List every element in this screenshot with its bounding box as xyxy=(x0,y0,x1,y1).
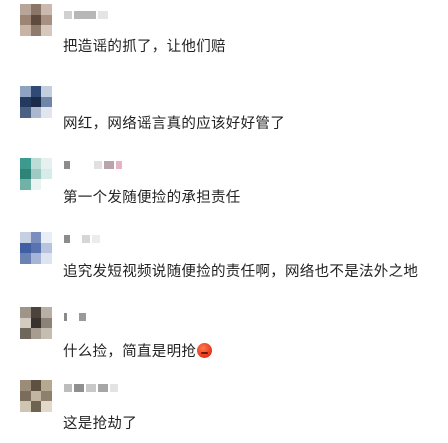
comment-text: 什么捡，简直是明抢 xyxy=(63,340,213,361)
comment-text: 追究发短视频说随便捡的责任啊，网络也不是法外之地 xyxy=(63,264,419,280)
comment-list: 把造谣的抓了，让他们赔 网红，网络谣言真的应该好好管了 第一个发随便捡的承担责任 xyxy=(0,0,448,443)
comment-item: 网红，网络谣言真的应该好好管了 xyxy=(0,82,448,148)
username-redacted[interactable] xyxy=(64,383,118,393)
avatar[interactable] xyxy=(20,307,52,339)
comment-text: 把造谣的抓了，让他们赔 xyxy=(63,39,226,55)
avatar[interactable] xyxy=(20,380,52,412)
comment-text: 这是抢劫了 xyxy=(63,416,137,432)
username-redacted[interactable] xyxy=(64,160,122,170)
avatar[interactable] xyxy=(20,232,52,264)
username-redacted[interactable] xyxy=(64,312,86,322)
avatar[interactable] xyxy=(20,4,52,36)
comment-item: 这是抢劫了 xyxy=(0,376,448,443)
comment-item: 追究发短视频说随便捡的责任啊，网络也不是法外之地 xyxy=(0,226,448,292)
comment-item: 什么捡，简直是明抢 xyxy=(0,304,448,370)
avatar[interactable] xyxy=(20,158,52,190)
comment-item: 把造谣的抓了，让他们赔 xyxy=(0,0,448,66)
comment-text: 网红，网络谣言真的应该好好管了 xyxy=(63,116,285,132)
username-redacted[interactable] xyxy=(64,10,108,20)
avatar[interactable] xyxy=(20,86,52,118)
angry-face-icon xyxy=(197,343,213,358)
comment-text-body: 什么捡，简直是明抢 xyxy=(63,344,197,360)
comment-item: 第一个发随便捡的承担责任 xyxy=(0,152,448,218)
username-redacted[interactable] xyxy=(64,234,100,244)
comment-text: 第一个发随便捡的承担责任 xyxy=(63,190,241,206)
